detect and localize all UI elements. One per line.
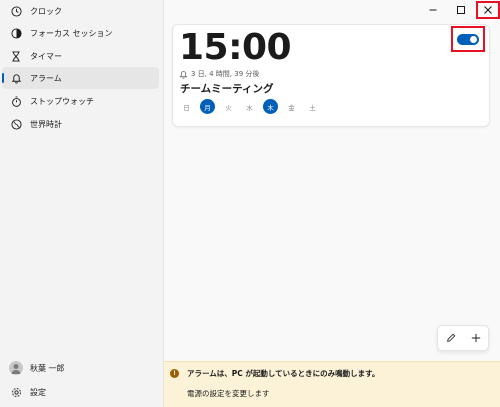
- day-tuesday: 火: [225, 103, 232, 112]
- info-icon: !: [170, 369, 179, 378]
- avatar: [9, 361, 23, 375]
- power-settings-link[interactable]: 電源の設定を変更します: [187, 388, 270, 399]
- sidebar-item-label: タイマー: [30, 51, 62, 61]
- info-bar: ! アラームは、PC が起動しているときにのみ鳴動します。 電源の設定を変更しま…: [164, 361, 500, 407]
- add-alarm-button[interactable]: [465, 327, 487, 349]
- maximize-icon: [457, 6, 465, 14]
- sidebar-item-label: クロック: [30, 6, 62, 16]
- user-name: 秋葉 一郎: [30, 363, 65, 373]
- alarm-time: 15:00: [179, 27, 292, 68]
- alarm-actions: [437, 325, 489, 351]
- day-friday: 金: [288, 103, 295, 112]
- pencil-icon: [446, 333, 455, 342]
- sidebar-item-stopwatch[interactable]: ストップウォッチ: [2, 90, 159, 112]
- sidebar-item-label: 世界時計: [30, 119, 62, 129]
- sidebar-item-label: フォーカス セッション: [30, 28, 113, 38]
- alarm-toggle-highlight: [451, 26, 485, 52]
- sidebar-item-timer[interactable]: タイマー: [2, 45, 159, 67]
- day-wednesday: 水: [246, 103, 253, 112]
- info-message: アラームは、PC が起動しているときにのみ鳴動します。: [187, 369, 380, 378]
- sidebar-item-settings[interactable]: 設定: [2, 381, 159, 403]
- focus-session-icon: [9, 26, 23, 40]
- clock-icon: [9, 4, 23, 18]
- day-saturday: 土: [309, 103, 316, 112]
- close-button[interactable]: [475, 0, 500, 20]
- alarm-page: 15:00 3 日, 4 時間, 39 分後 チームミーティング 日 月 火 水…: [163, 0, 500, 407]
- user-account[interactable]: 秋葉 一郎: [2, 357, 159, 379]
- clock-app-window: クロック フォーカス セッション タイマー アラーム ストップウォッチ 世界時計…: [0, 0, 500, 407]
- close-icon: [484, 6, 492, 14]
- toggle-knob: [470, 35, 477, 43]
- selection-indicator: [2, 73, 4, 83]
- sidebar-item-focus-session[interactable]: フォーカス セッション: [2, 22, 159, 44]
- maximize-button[interactable]: [448, 0, 474, 20]
- minimize-button[interactable]: [420, 0, 446, 20]
- sidebar-item-clock[interactable]: クロック: [2, 0, 159, 22]
- gear-icon: [9, 385, 23, 399]
- sidebar-item-alarm[interactable]: アラーム: [2, 67, 159, 89]
- bell-icon: [179, 70, 188, 79]
- minimize-icon: [429, 9, 437, 11]
- globe-icon: [9, 117, 23, 131]
- day-sunday: 日: [183, 103, 190, 112]
- alarm-repeat-days: 日 月 火 水 木 金 土: [179, 99, 326, 114]
- sidebar-item-label: ストップウォッチ: [30, 96, 94, 106]
- day-thursday: 木: [263, 99, 278, 114]
- settings-label: 設定: [30, 387, 46, 397]
- alarm-name: チームミーティング: [180, 83, 274, 95]
- remaining-text: 3 日, 4 時間, 39 分後: [191, 70, 260, 78]
- alarm-card[interactable]: 15:00 3 日, 4 時間, 39 分後 チームミーティング 日 月 火 水…: [172, 24, 490, 127]
- alarm-toggle[interactable]: [457, 33, 479, 45]
- stopwatch-icon: [9, 94, 23, 108]
- sidebar-nav: クロック フォーカス セッション タイマー アラーム ストップウォッチ 世界時計…: [0, 0, 163, 407]
- hourglass-icon: [9, 49, 23, 63]
- sidebar-item-label: アラーム: [30, 73, 62, 83]
- sidebar-item-world-clock[interactable]: 世界時計: [2, 113, 159, 135]
- day-monday: 月: [200, 99, 215, 114]
- plus-icon: [471, 333, 480, 343]
- edit-alarms-button[interactable]: [440, 327, 462, 349]
- bell-icon: [9, 71, 23, 85]
- alarm-remaining-time: 3 日, 4 時間, 39 分後: [179, 69, 259, 79]
